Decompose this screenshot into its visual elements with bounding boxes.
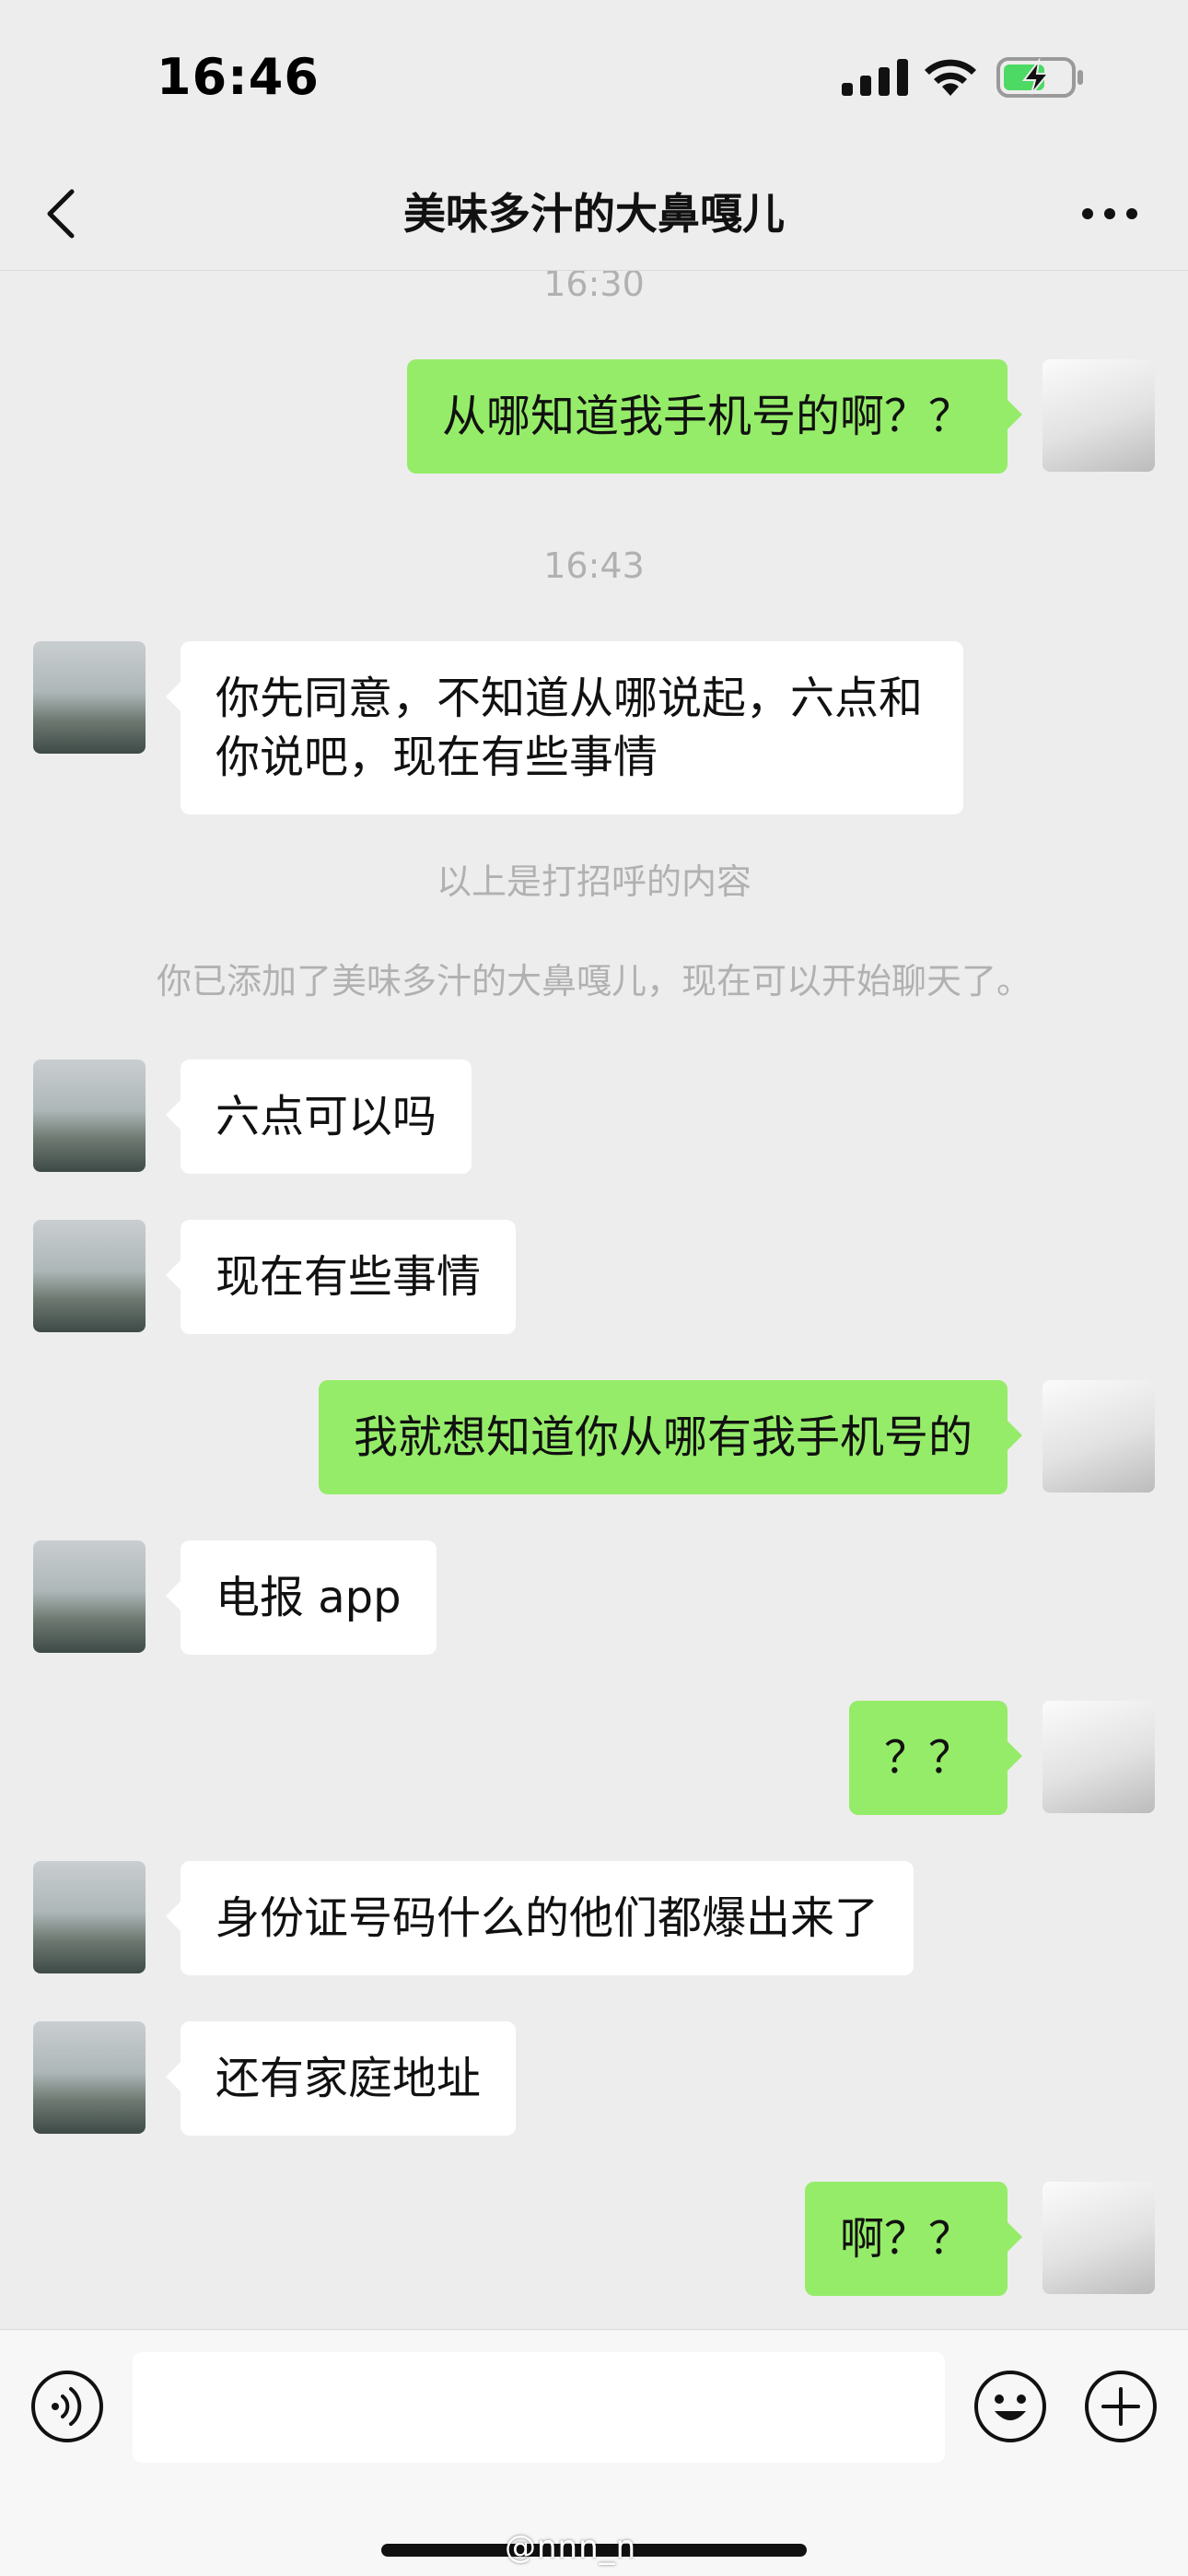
contact-avatar[interactable] <box>33 641 146 754</box>
wifi-icon <box>925 59 976 96</box>
timestamp: 16:43 <box>543 545 645 586</box>
watermark: @nnn_n <box>505 2529 637 2566</box>
signal-icon <box>842 59 908 96</box>
message-received[interactable]: 电报 app <box>166 1540 437 1655</box>
input-bar: @nnn_n <box>0 2329 1188 2576</box>
voice-icon[interactable] <box>29 2369 105 2444</box>
status-bar: 16:46 <box>0 0 1188 157</box>
message-list[interactable]: 16:30 从哪知道我手机号的啊？？ 16:43 你先同意，不知道从哪说起，六点… <box>0 271 1188 2329</box>
chat-title: 美味多汁的大鼻嘎儿 <box>403 189 785 239</box>
status-time: 16:46 <box>157 48 320 106</box>
message-sent[interactable]: ？？ <box>848 1701 1023 1815</box>
message-sent[interactable]: 我就想知道你从哪有我手机号的 <box>318 1380 1023 1494</box>
nav-bar: 美味多汁的大鼻嘎儿 <box>0 157 1188 271</box>
chat-screen: 16:46 美味多汁的大鼻嘎儿 16:30 从哪知道我手机号的啊？？ 16:43… <box>0 0 1188 2576</box>
plus-icon[interactable] <box>1083 2369 1159 2444</box>
contact-avatar[interactable] <box>33 1540 146 1653</box>
emoji-icon[interactable] <box>973 2369 1048 2444</box>
message-input[interactable] <box>133 2352 945 2463</box>
message-sent[interactable]: 从哪知道我手机号的啊？？ <box>406 359 1023 474</box>
system-notice: 你已添加了美味多汁的大鼻嘎儿，现在可以开始聊天了。 <box>156 961 1031 1001</box>
my-avatar[interactable] <box>1042 359 1155 472</box>
more-icon[interactable] <box>1077 193 1142 234</box>
my-avatar[interactable] <box>1042 1380 1155 1493</box>
message-received[interactable]: 还有家庭地址 <box>165 2021 517 2136</box>
my-avatar[interactable] <box>1042 1701 1155 1813</box>
contact-avatar[interactable] <box>33 2021 146 2134</box>
contact-avatar[interactable] <box>33 1861 146 1973</box>
message-received[interactable]: 现在有些事情 <box>165 1220 517 1334</box>
timestamp: 16:30 <box>543 271 645 304</box>
message-received[interactable]: 六点可以吗 <box>165 1060 472 1174</box>
my-avatar[interactable] <box>1042 2182 1155 2294</box>
contact-avatar[interactable] <box>33 1220 146 1332</box>
system-notice: 以上是打招呼的内容 <box>436 861 751 902</box>
contact-avatar[interactable] <box>33 1060 146 1172</box>
battery-charging-icon <box>996 57 1083 98</box>
message-sent[interactable]: 啊？？ <box>804 2182 1023 2296</box>
message-received[interactable]: 身份证号码什么的他们都爆出来了 <box>165 1861 914 1975</box>
message-received[interactable]: 你先同意，不知道从哪说起，六点和你说吧，现在有些事情 <box>166 641 963 814</box>
